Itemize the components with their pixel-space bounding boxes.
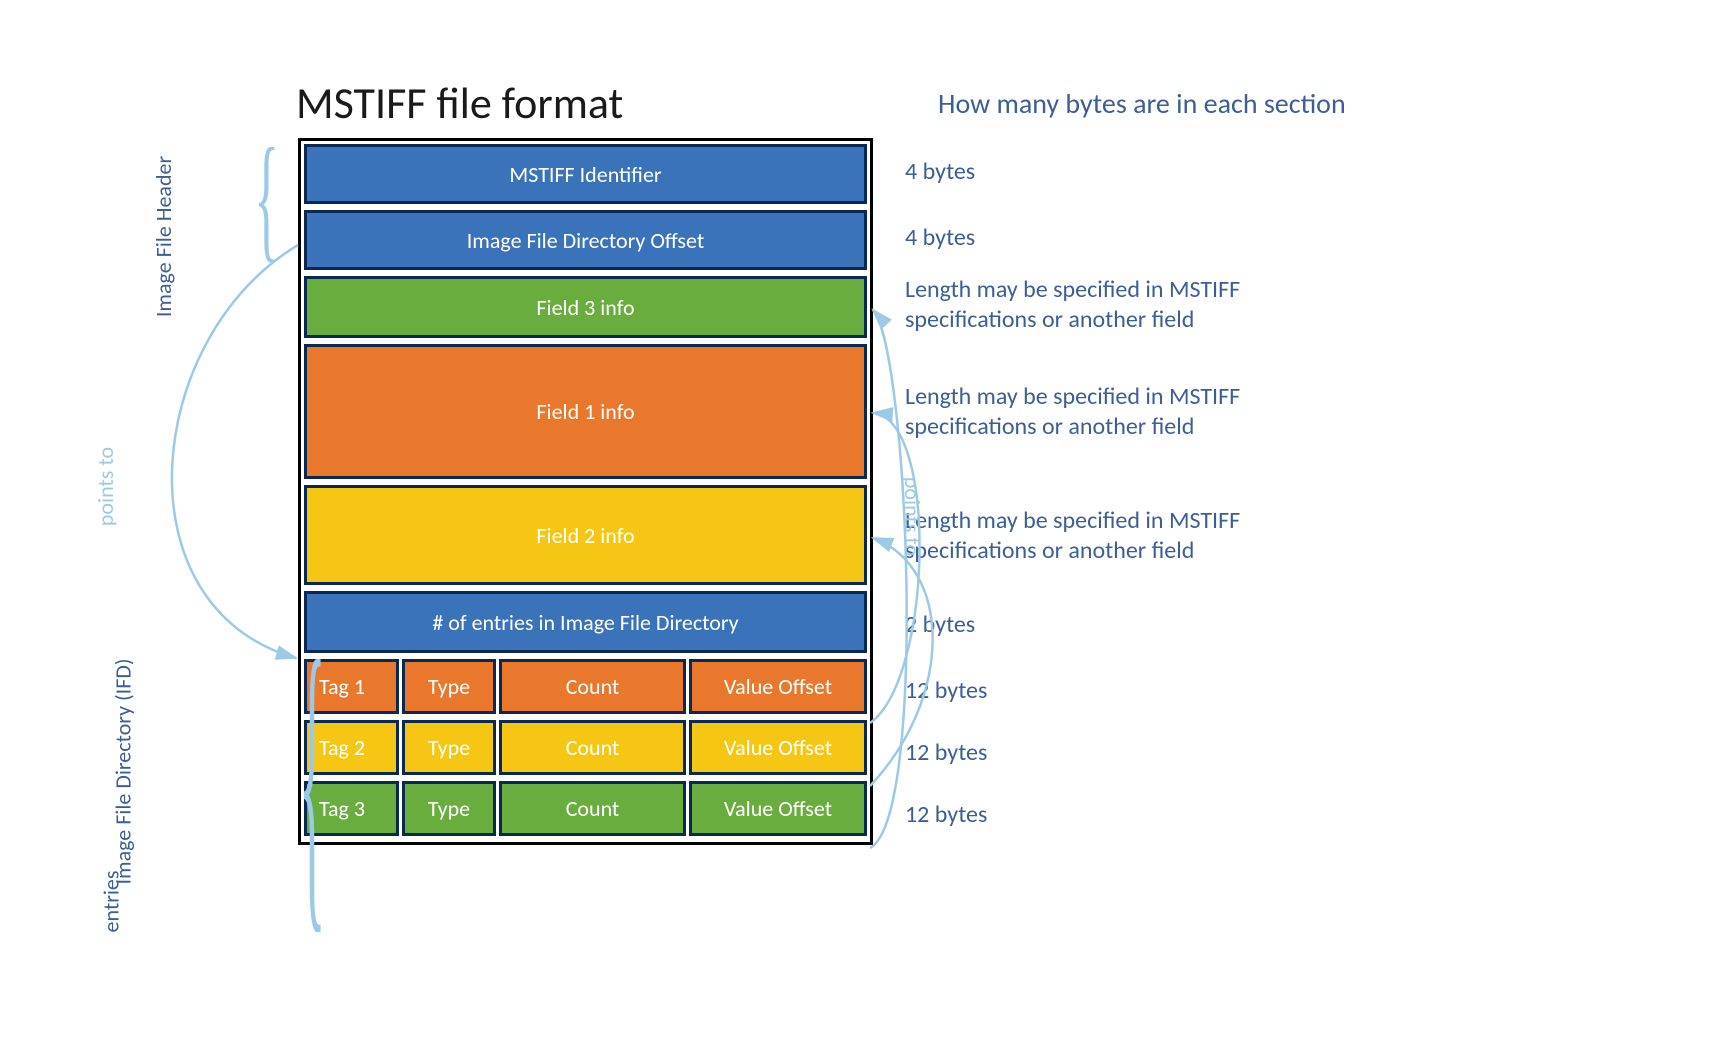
points-to-right: points to	[899, 477, 926, 556]
brace-header: {	[254, 128, 279, 268]
cell-offset: Value Offset	[689, 781, 867, 836]
table-row: Tag 3 Type Count Value Offset	[304, 781, 867, 836]
ann-identifier: 4 bytes	[905, 138, 1365, 204]
block-ifd-offset: Image File Directory Offset	[304, 210, 867, 270]
diagram-container: MSTIFF file format How many bytes are in…	[138, 76, 1578, 956]
cell-type: Type	[402, 659, 496, 714]
diagram-title: MSTIFF file format	[296, 76, 1578, 130]
cell-offset: Value Offset	[689, 659, 867, 714]
left-labels: Image File Header points to Image File D…	[138, 138, 298, 845]
ann-field1: Length may be specified in MSTIFF specif…	[905, 340, 1365, 483]
cell-offset: Value Offset	[689, 720, 867, 775]
main-box: MSTIFF Identifier Image File Directory O…	[298, 138, 873, 845]
ann-row3: 12 bytes	[905, 783, 1365, 845]
ann-field2: Length may be specified in MSTIFF specif…	[905, 483, 1365, 589]
cell-count: Count	[499, 781, 686, 836]
block-identifier: MSTIFF Identifier	[304, 144, 867, 204]
ann-row1: 12 bytes	[905, 659, 1365, 721]
cell-count: Count	[499, 659, 686, 714]
annotations-column: 4 bytes 4 bytes Length may be specified …	[905, 138, 1365, 845]
block-num-entries: # of entries in Image File Directory	[304, 591, 867, 653]
ann-field3: Length may be specified in MSTIFF specif…	[905, 270, 1365, 340]
table-row: Tag 1 Type Count Value Offset	[304, 659, 867, 714]
ifd-label-1: Image File Directory (IFD)	[110, 658, 137, 884]
cell-count: Count	[499, 720, 686, 775]
block-field2: Field 2 info	[304, 485, 867, 585]
table-row: Tag 2 Type Count Value Offset	[304, 720, 867, 775]
points-to-left: points to	[92, 447, 119, 526]
diagram-area: Image File Header points to Image File D…	[138, 138, 1578, 845]
cell-type: Type	[402, 781, 496, 836]
bytes-header: How many bytes are in each section	[938, 86, 1346, 121]
ann-ifd-offset: 4 bytes	[905, 204, 1365, 270]
ann-row2: 12 bytes	[905, 721, 1365, 783]
brace-ifd: {	[299, 613, 326, 943]
ann-num-entries: 2 bytes	[905, 589, 1365, 659]
ifd-label-2: entries	[97, 871, 124, 933]
block-field1: Field 1 info	[304, 344, 867, 479]
cell-type: Type	[402, 720, 496, 775]
header-label: Image File Header	[150, 156, 177, 317]
block-field3: Field 3 info	[304, 276, 867, 338]
